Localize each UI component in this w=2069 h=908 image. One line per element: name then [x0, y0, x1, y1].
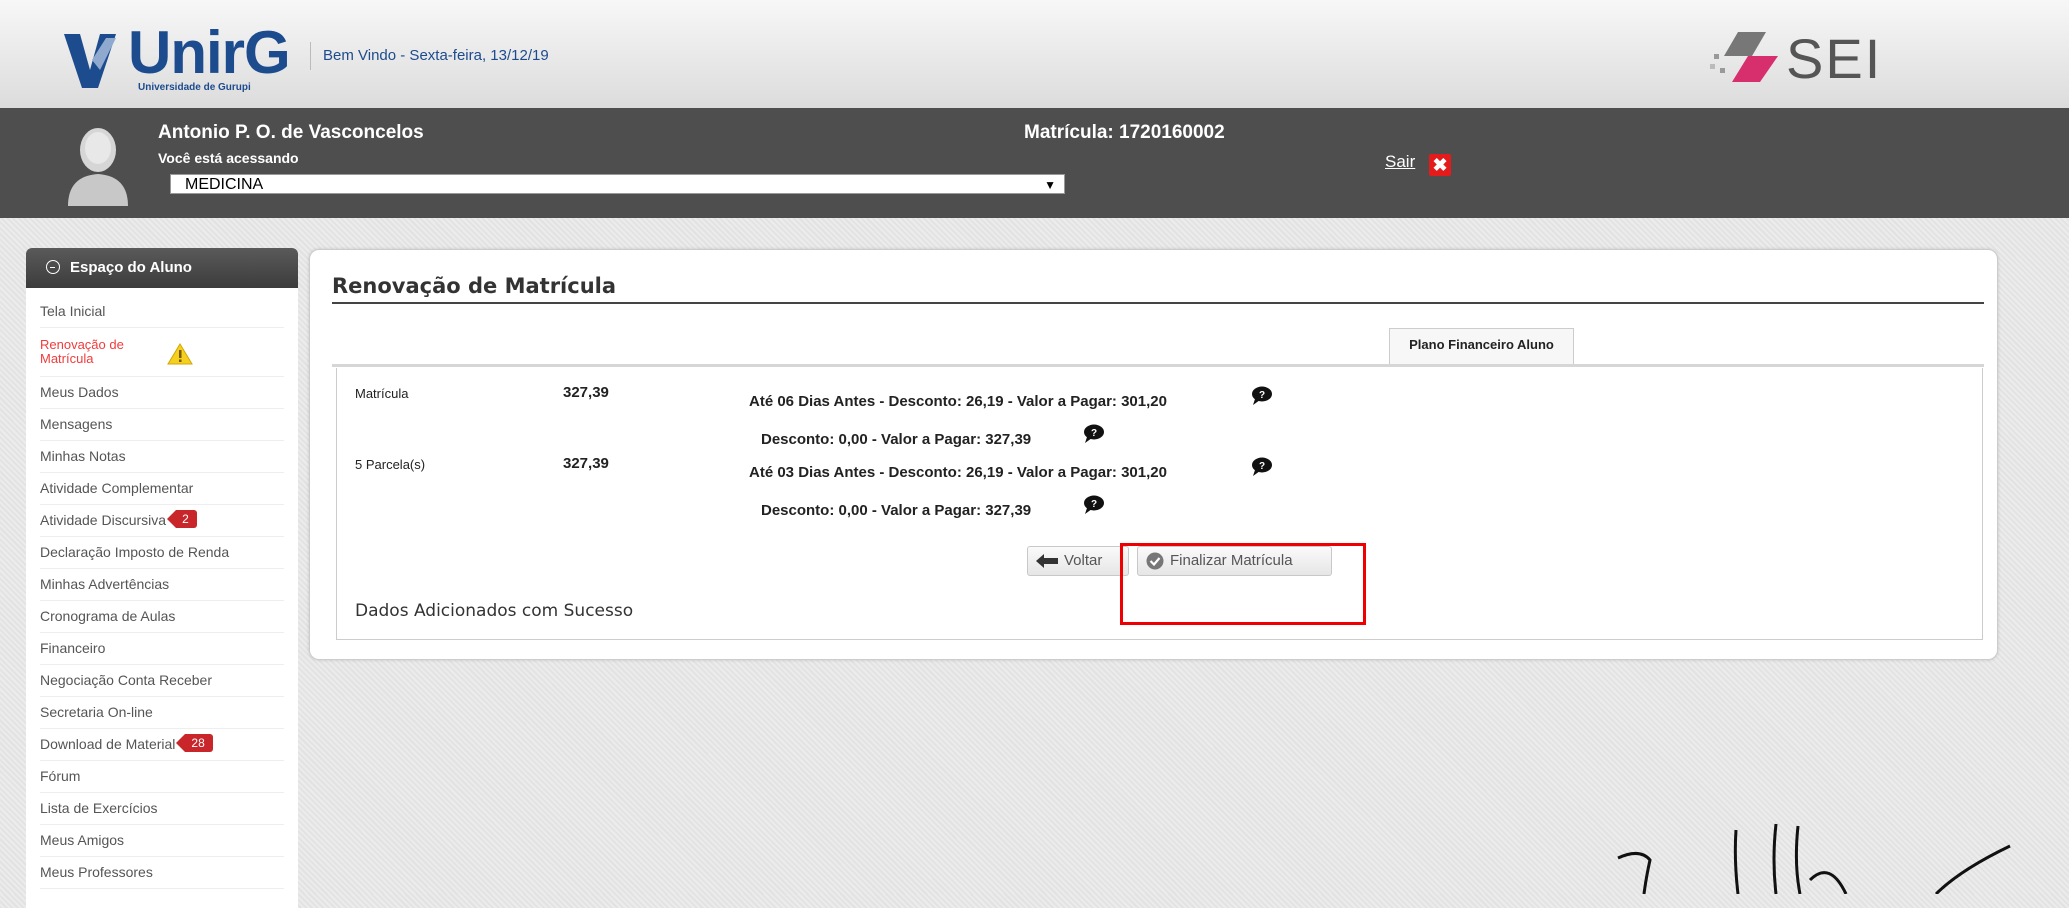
user-avatar-icon — [68, 128, 128, 206]
payment-line: Até 03 Dias Antes - Desconto: 26,19 - Va… — [749, 464, 1167, 481]
sidebar-item-secretaria[interactable]: Secretaria On-line — [40, 697, 284, 729]
sidebar-title: Espaço do Aluno — [70, 259, 192, 276]
count-badge: 28 — [176, 734, 213, 753]
sidebar-item-label: Financeiro — [40, 640, 106, 656]
sidebar-item-meus-dados[interactable]: Meus Dados — [40, 377, 284, 409]
logo-word: UnirG — [128, 19, 291, 86]
sidebar-item-amigos[interactable]: Meus Amigos — [40, 825, 284, 857]
unirg-logo-mark-icon — [64, 34, 116, 88]
welcome-text: Bem Vindo - Sexta-feira, 13/12/19 — [310, 42, 549, 70]
sidebar-item-imposto-renda[interactable]: Declaração Imposto de Renda — [40, 537, 284, 569]
sei-logo: SEI — [1708, 24, 1908, 94]
sidebar-item-atividade-complementar[interactable]: Atividade Complementar — [40, 473, 284, 505]
back-button-label: Voltar — [1064, 552, 1103, 569]
sei-diamond-icon — [1710, 32, 1778, 82]
sidebar-item-negociacao[interactable]: Negociação Conta Receber — [40, 665, 284, 697]
row-label: 5 Parcela(s) — [355, 457, 426, 472]
access-label: Você está acessando — [158, 150, 299, 166]
comment-icon[interactable]: ? — [1251, 457, 1273, 477]
sidebar-item-label: Tela Inicial — [40, 303, 106, 319]
sidebar-item-minhas-notas[interactable]: Minhas Notas — [40, 441, 284, 473]
row-value: 327,39 — [563, 384, 609, 401]
sidebar-item-cronograma[interactable]: Cronograma de Aulas — [40, 601, 284, 633]
sidebar-item-renovacao[interactable]: Renovação de Matrícula — [40, 328, 284, 377]
sidebar-item-advertencias[interactable]: Minhas Advertências — [40, 569, 284, 601]
page-title: Renovação de Matrícula — [332, 274, 617, 298]
svg-text:?: ? — [1259, 461, 1265, 472]
highlight-box — [1120, 543, 1366, 625]
sidebar-item-label: Renovação de Matrícula — [40, 337, 124, 366]
row-label: Matrícula — [355, 386, 409, 401]
comment-icon[interactable]: ? — [1251, 386, 1273, 406]
count-badge: 2 — [167, 510, 197, 529]
comment-icon[interactable]: ? — [1083, 495, 1105, 515]
course-select-value: MEDICINA — [185, 176, 264, 193]
chevron-down-icon: ▼ — [1044, 178, 1056, 192]
top-header: UnirG Universidade de Gurupi Bem Vindo -… — [0, 0, 2069, 109]
matricula-number: Matrícula: 1720160002 — [1024, 122, 1225, 143]
row-value: 327,39 — [563, 455, 609, 472]
user-name: Antonio P. O. de Vasconcelos — [158, 122, 424, 143]
tab-strip — [332, 364, 1984, 367]
back-button[interactable]: Voltar — [1027, 546, 1129, 576]
warning-icon — [167, 343, 193, 365]
payment-line: Até 06 Dias Antes - Desconto: 26,19 - Va… — [749, 393, 1167, 410]
sidebar-item-label: Mensagens — [40, 416, 113, 432]
sidebar-item-label: Lista de Exercícios — [40, 800, 158, 816]
sidebar-item-tela-inicial[interactable]: Tela Inicial — [40, 296, 284, 328]
arrow-left-icon — [1036, 554, 1058, 569]
sidebar-item-label: Fórum — [40, 768, 81, 784]
svg-text:?: ? — [1091, 499, 1097, 510]
sidebar-item-exercicios[interactable]: Lista de Exercícios — [40, 793, 284, 825]
sidebar-item-label: Download de Material — [40, 736, 176, 752]
unirg-logo[interactable]: UnirG Universidade de Gurupi — [62, 19, 302, 102]
title-divider — [332, 302, 1984, 304]
svg-text:?: ? — [1091, 428, 1097, 439]
sidebar-item-label: Meus Amigos — [40, 832, 125, 848]
sidebar-item-label: Meus Professores — [40, 864, 153, 880]
sidebar-menu: Tela Inicial Renovação de Matrícula Meus… — [26, 288, 298, 889]
payment-line: Desconto: 0,00 - Valor a Pagar: 327,39 — [761, 431, 1032, 448]
handwritten-signature — [1617, 823, 2011, 894]
course-select[interactable]: MEDICINA ▼ — [170, 174, 1065, 194]
collapse-icon[interactable] — [46, 260, 60, 274]
comment-icon[interactable]: ? — [1083, 424, 1105, 444]
svg-text:?: ? — [1259, 390, 1265, 401]
sidebar-item-label: Meus Dados — [40, 384, 119, 400]
close-icon[interactable]: ✖ — [1429, 154, 1451, 176]
sidebar-item-professores[interactable]: Meus Professores — [40, 857, 284, 889]
sidebar-item-download[interactable]: Download de Material 28 — [40, 729, 284, 761]
sidebar: Espaço do Aluno Tela Inicial Renovação d… — [26, 248, 298, 908]
user-bar: Antonio P. O. de Vasconcelos Você está a… — [0, 108, 2069, 218]
sidebar-item-label: Secretaria On-line — [40, 704, 153, 720]
sidebar-item-label: Minhas Notas — [40, 448, 126, 464]
sidebar-item-forum[interactable]: Fórum — [40, 761, 284, 793]
sidebar-item-mensagens[interactable]: Mensagens — [40, 409, 284, 441]
tab-plano-financeiro[interactable]: Plano Financeiro Aluno — [1389, 328, 1574, 365]
payment-line: Desconto: 0,00 - Valor a Pagar: 327,39 — [761, 502, 1032, 519]
success-message: Dados Adicionados com Sucesso — [355, 601, 634, 621]
sidebar-item-label: Atividade Complementar — [40, 480, 194, 496]
sidebar-item-financeiro[interactable]: Financeiro — [40, 633, 284, 665]
sidebar-item-atividade-discursiva[interactable]: Atividade Discursiva 2 — [40, 505, 284, 537]
sidebar-item-label: Cronograma de Aulas — [40, 608, 176, 624]
logout-link[interactable]: Sair — [1385, 152, 1415, 172]
sidebar-item-label: Minhas Advertências — [40, 576, 170, 592]
sidebar-item-label: Declaração Imposto de Renda — [40, 544, 230, 560]
sidebar-item-label: Atividade Discursiva — [40, 512, 167, 528]
logo-subtitle: Universidade de Gurupi — [138, 82, 251, 93]
sidebar-item-label: Negociação Conta Receber — [40, 672, 212, 688]
sidebar-header[interactable]: Espaço do Aluno — [26, 248, 298, 288]
sei-word: SEI — [1786, 27, 1883, 90]
